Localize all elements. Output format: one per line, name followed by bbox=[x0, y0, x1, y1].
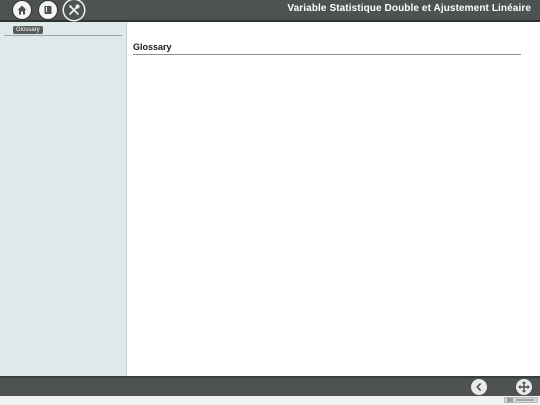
title-divider bbox=[133, 54, 521, 55]
bottom-toolbar bbox=[0, 376, 540, 396]
footer-strip bbox=[0, 396, 540, 405]
home-icon[interactable] bbox=[13, 1, 31, 19]
page-title: Glossary bbox=[133, 42, 172, 52]
fullscreen-icon bbox=[518, 381, 530, 393]
fullscreen-button[interactable] bbox=[516, 379, 532, 395]
book-icon[interactable] bbox=[39, 1, 57, 19]
tools-icon[interactable] bbox=[64, 0, 84, 20]
sidebar: Glossary bbox=[0, 22, 127, 376]
back-button[interactable] bbox=[471, 379, 487, 395]
license-badge[interactable] bbox=[504, 397, 538, 403]
back-icon bbox=[476, 383, 481, 391]
content-area: Glossary bbox=[127, 22, 540, 376]
top-toolbar: Variable Statistique Double et Ajustemen… bbox=[0, 0, 540, 22]
sidebar-item-glossary[interactable]: Glossary bbox=[13, 26, 43, 34]
license-badge-text bbox=[516, 399, 534, 401]
sidebar-divider bbox=[4, 35, 122, 36]
app-title: Variable Statistique Double et Ajustemen… bbox=[287, 3, 531, 14]
license-logo-icon bbox=[507, 398, 513, 402]
